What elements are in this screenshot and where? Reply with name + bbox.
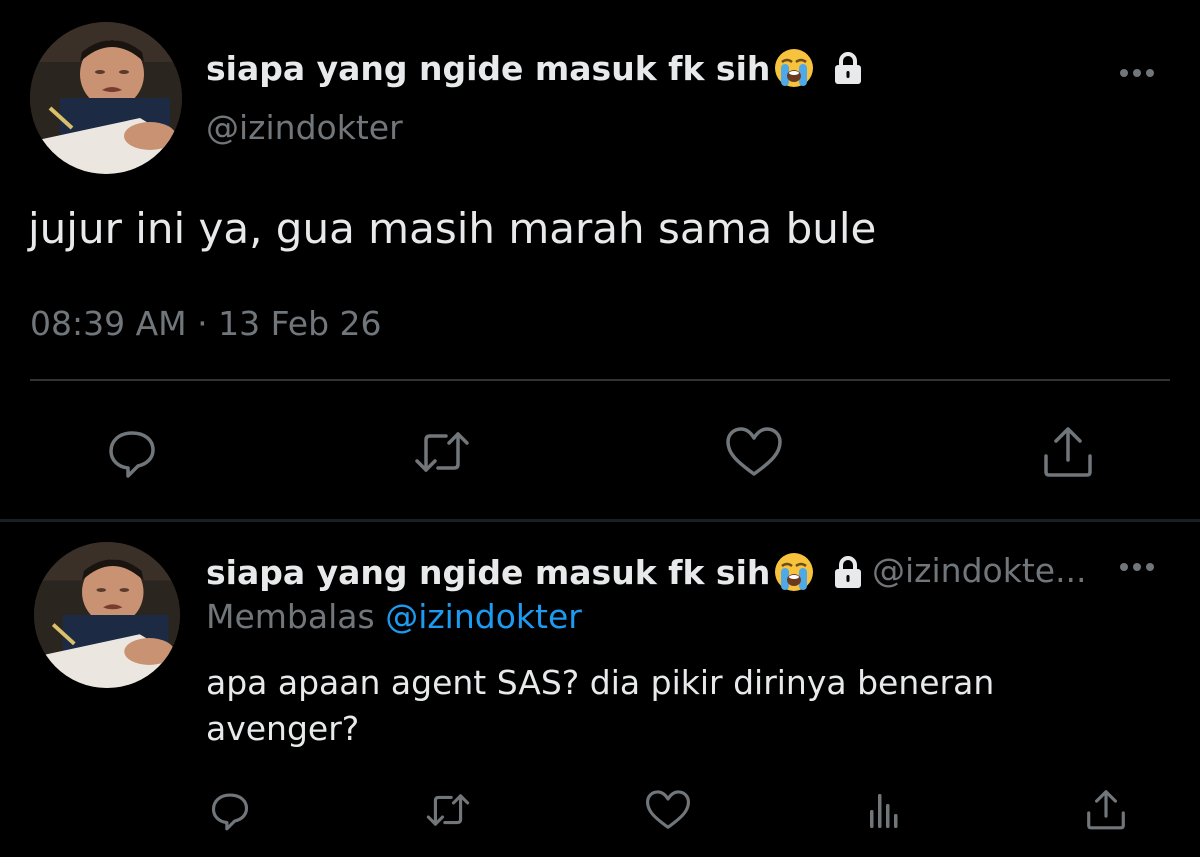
divider [30,379,1170,381]
section-divider [0,519,1200,522]
replying-to-line: Membalas @izindokter [206,597,582,636]
tweet-timestamp[interactable]: 08:39 AM · 13 Feb 26 [30,304,382,343]
retweet-icon[interactable] [422,788,474,832]
more-options-icon[interactable] [1117,560,1157,574]
avatar[interactable] [34,542,180,688]
author-handle[interactable]: @izindokter [206,108,403,147]
replying-label: Membalas [206,597,375,636]
analytics-icon[interactable] [864,788,908,832]
share-icon[interactable] [1040,422,1096,480]
retweet-icon[interactable] [410,424,474,480]
share-icon[interactable] [1084,786,1128,832]
loudly-crying-face-icon [772,550,816,594]
avatar[interactable] [30,22,182,174]
tweet-text: jujur ini ya, gua masih marah sama bule [28,204,877,253]
reply-icon[interactable] [104,424,160,480]
more-options-icon[interactable] [1117,66,1157,80]
reply-text: apa apaan agent SAS? dia pikir dirinya b… [206,663,995,748]
author-display-name[interactable]: siapa yang ngide masuk fk sih [206,44,866,92]
lock-icon [830,554,866,590]
lock-icon [830,50,866,86]
loudly-crying-face-icon [772,46,816,90]
like-icon[interactable] [724,424,784,480]
display-name-text: siapa yang ngide masuk fk sih [206,552,771,592]
replying-to-mention[interactable]: @izindokter [385,597,582,636]
author-display-name[interactable]: siapa yang ngide masuk fk sih [206,548,866,596]
display-name-text: siapa yang ngide masuk fk sih [206,48,771,88]
like-icon[interactable] [644,788,692,832]
reply-icon[interactable] [208,788,252,832]
author-handle[interactable]: @izindokte... [872,551,1104,590]
